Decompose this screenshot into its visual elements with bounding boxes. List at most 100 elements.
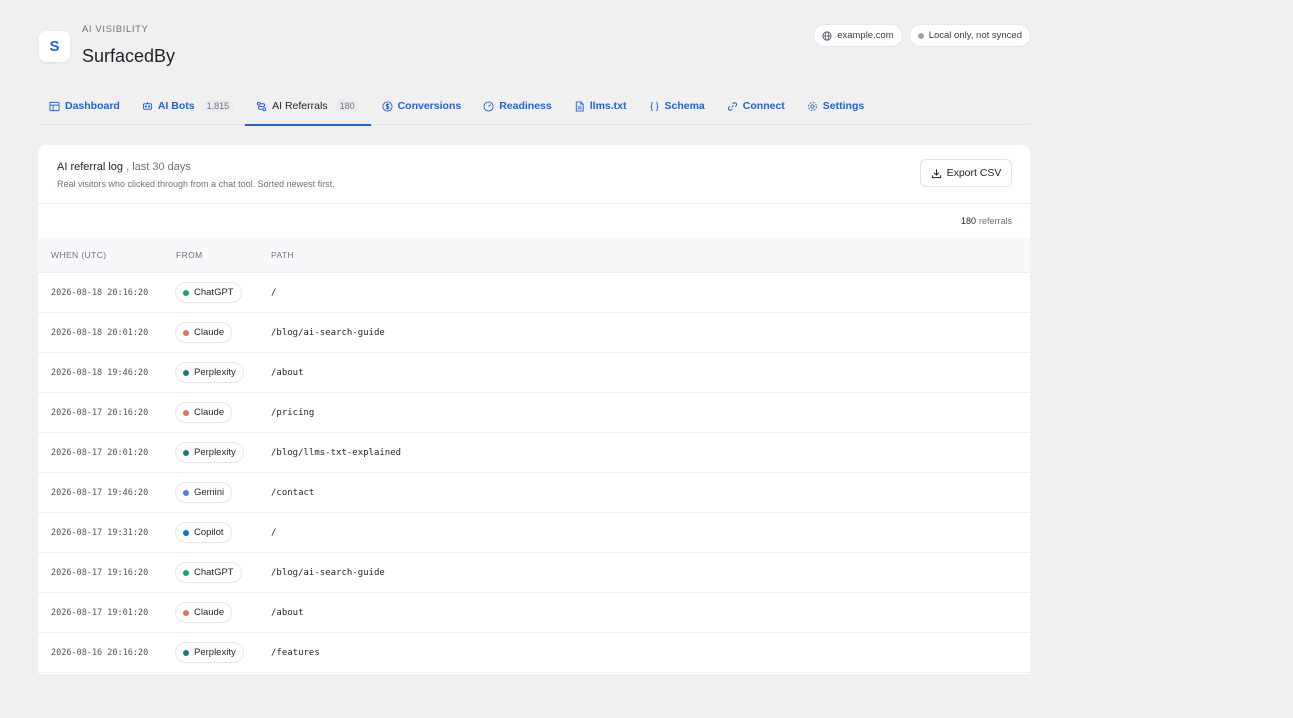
card-header: AI referral log , last 30 days Real visi… <box>38 145 1030 204</box>
row-source: Perplexity <box>175 363 271 383</box>
card-description: Real visitors who clicked through from a… <box>57 179 335 189</box>
referral-log-card: AI referral log , last 30 days Real visi… <box>38 145 1030 674</box>
source-dot-icon <box>183 529 189 536</box>
domain-chip[interactable]: example.com <box>814 25 902 46</box>
row-path[interactable]: /pricing <box>271 408 1030 418</box>
site-name: SurfacedBy <box>82 46 176 66</box>
tab-label: AI Referrals <box>272 100 328 112</box>
source-pill[interactable]: Perplexity <box>176 443 243 463</box>
tab-label: AI Bots <box>157 100 195 112</box>
row-path[interactable]: /blog/llms-txt-explained <box>271 448 1030 458</box>
tab-conversions[interactable]: Conversions <box>371 88 473 125</box>
referral-icon <box>257 101 267 111</box>
source-pill[interactable]: Claude <box>176 603 232 623</box>
domain-chip-label: example.com <box>837 30 894 41</box>
row-source: Claude <box>175 323 271 343</box>
column-header-from[interactable]: FROM <box>175 250 271 260</box>
source-pill[interactable]: Perplexity <box>176 363 243 383</box>
row-path[interactable]: /about <box>271 368 1030 378</box>
referral-count-label: referrals <box>978 216 1012 226</box>
tab-connect[interactable]: Connect <box>716 88 796 125</box>
status-dot-icon <box>917 32 924 39</box>
source-dot-icon <box>183 449 189 456</box>
column-header-when[interactable]: WHEN (UTC) <box>38 250 175 260</box>
card-title-suffix: , last 30 days <box>126 161 191 173</box>
row-timestamp: 2026-08-17 19:31:20 <box>51 527 149 538</box>
source-dot-icon <box>183 329 189 336</box>
source-dot-icon <box>183 409 189 416</box>
row-source: ChatGPT <box>175 563 271 583</box>
source-label: Claude <box>194 607 225 619</box>
dollar-icon <box>382 100 393 112</box>
layout-icon <box>49 101 60 111</box>
row-timestamp: 2026-08-18 20:16:20 <box>51 287 149 298</box>
table-row: 2026-08-16 20:16:20 Perplexity/features <box>38 633 1030 673</box>
export-csv-button[interactable]: Export CSV <box>920 159 1012 187</box>
tab-ai-referrals[interactable]: AI Referrals 180 <box>245 88 372 126</box>
table-body: 2026-08-18 20:16:20 ChatGPT / 2026-08-18 20… <box>38 273 1030 673</box>
row-timestamp: 2026-08-18 19:46:20 <box>51 367 149 378</box>
tab-count-badge: 180 <box>334 100 360 112</box>
row-path[interactable]: /about <box>271 608 1030 618</box>
globe-icon <box>822 30 832 41</box>
link-icon <box>727 101 737 111</box>
export-csv-label: Export CSV <box>946 167 1002 179</box>
section-eyebrow: AI VISIBILITY <box>82 24 149 35</box>
tab-label: Schema <box>664 100 705 112</box>
table-row: 2026-08-17 19:16:20 ChatGPT/blog/ai-searc… <box>38 553 1030 593</box>
source-pill[interactable]: Claude <box>176 403 232 423</box>
card-title-main: AI referral log <box>57 161 124 173</box>
row-source: Perplexity <box>175 443 271 463</box>
tab-settings[interactable]: Settings <box>796 88 875 125</box>
source-label: Copilot <box>194 527 224 539</box>
nav-tabs: Dashboard AI Bots 1,815 AI Referrals 180… <box>38 88 1030 126</box>
row-timestamp: 2026-08-17 20:01:20 <box>51 447 149 458</box>
source-label: Perplexity <box>194 647 236 659</box>
tab-schema[interactable]: Schema <box>638 88 716 125</box>
row-path[interactable]: /contact <box>271 488 1030 498</box>
table-row: 2026-08-18 19:46:20 Perplexity/about <box>38 353 1030 393</box>
tab-label: Readiness <box>499 100 552 112</box>
tab-label: Conversions <box>397 100 462 112</box>
row-source: Claude <box>175 403 271 423</box>
row-source: ChatGPT <box>175 283 271 303</box>
row-timestamp: 2026-08-17 19:46:20 <box>51 487 149 498</box>
row-path[interactable]: /blog/ai-search-guide <box>271 568 1030 578</box>
column-header-path[interactable]: PATH <box>271 250 1030 260</box>
source-dot-icon <box>183 289 189 296</box>
row-path[interactable]: /blog/ai-search-guide <box>271 328 1030 338</box>
source-pill[interactable]: ChatGPT <box>176 283 241 303</box>
table-row: 2026-08-18 20:01:20 Claude/blog/ai-search… <box>38 313 1030 353</box>
source-pill[interactable]: ChatGPT <box>176 563 241 583</box>
gear-icon <box>807 101 817 111</box>
row-path[interactable]: /features <box>271 648 1030 658</box>
download-icon <box>931 168 941 178</box>
row-source: Claude <box>175 603 271 623</box>
source-pill[interactable]: Claude <box>176 323 232 343</box>
referral-count-value: 180 <box>960 216 976 226</box>
table-row: 2026-08-17 19:01:20 Claude/about <box>38 593 1030 633</box>
table-row: 2026-08-17 19:31:20 Copilot / <box>38 513 1030 553</box>
source-pill[interactable]: Perplexity <box>176 643 243 663</box>
braces-icon <box>650 101 658 111</box>
source-label: ChatGPT <box>194 567 234 579</box>
row-path[interactable]: / <box>271 528 1030 538</box>
source-label: Claude <box>194 327 225 339</box>
row-source: Perplexity <box>175 643 271 663</box>
tab-label: Connect <box>742 100 785 112</box>
page-header: S AI VISIBILITY SurfacedBy example.com L… <box>38 0 1030 88</box>
app-logo: S <box>39 31 70 62</box>
row-timestamp: 2026-08-17 19:01:20 <box>51 607 149 618</box>
tab-ai-bots[interactable]: AI Bots 1,815 <box>131 88 245 125</box>
source-pill[interactable]: Copilot <box>176 523 231 543</box>
table-row: 2026-08-17 20:16:20 Claude/pricing <box>38 393 1030 433</box>
row-path[interactable]: / <box>271 288 1030 298</box>
tab-label: Dashboard <box>65 100 120 112</box>
row-source: Gemini <box>175 483 271 503</box>
source-pill[interactable]: Gemini <box>176 483 232 503</box>
row-source: Copilot <box>175 523 271 543</box>
tab-dashboard[interactable]: Dashboard <box>38 88 131 125</box>
tab-llms-txt[interactable]: llms.txt <box>563 88 638 125</box>
source-label: ChatGPT <box>194 287 234 299</box>
tab-readiness[interactable]: Readiness <box>472 88 563 125</box>
